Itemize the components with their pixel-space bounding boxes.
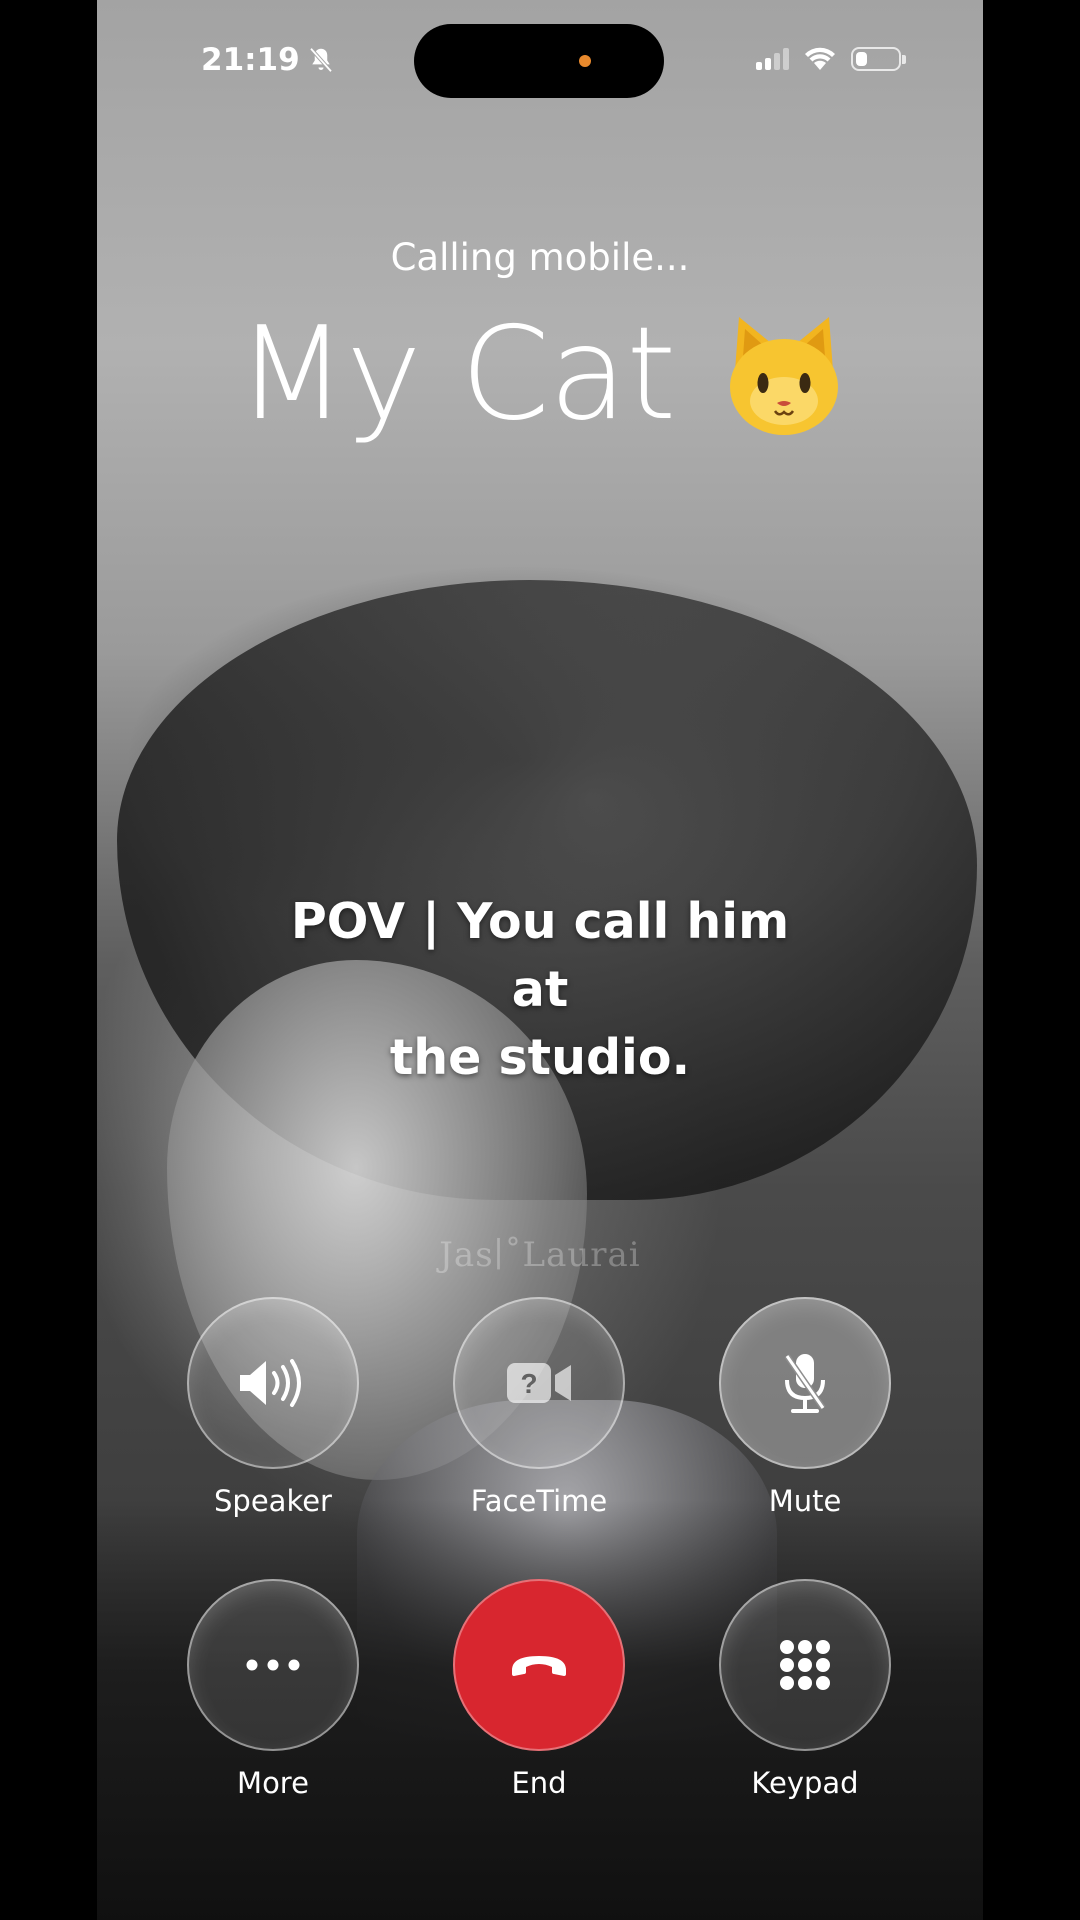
end-label: End [511,1766,567,1800]
facetime-icon: ? [505,1361,573,1405]
speaker-icon [236,1357,310,1409]
more-label: More [237,1766,309,1800]
dynamic-island [414,24,664,98]
battery-level [856,52,867,66]
caption-line-1: POV | You call him at [290,893,790,1018]
facetime-button[interactable]: ? [453,1297,625,1469]
end-call-button[interactable] [453,1579,625,1751]
more-dots-icon [245,1658,301,1672]
call-status-text: Calling mobile... [390,236,690,279]
speaker-button[interactable] [187,1297,359,1469]
caption-line-2: the studio. [389,1029,691,1086]
wifi-icon [803,46,837,72]
mute-label: Mute [768,1484,842,1518]
status-bar-right [756,46,906,72]
video-caption: POV | You call him at the studio. [257,888,823,1092]
watermark-text: Jas∣˚Laurai [439,1235,641,1275]
battery-icon [851,47,906,71]
bell-slash-icon [306,45,336,75]
svg-text:?: ? [520,1368,537,1399]
privacy-indicator-dot [579,55,591,67]
signal-icon [756,48,789,70]
cat-face-emoji-icon [725,311,843,439]
speaker-label: Speaker [214,1484,332,1518]
contact-name: My Cat [236,300,677,449]
status-bar-time-group: 21:19 [201,42,336,78]
mic-slash-icon [781,1352,829,1414]
status-time: 21:19 [201,42,300,78]
end-call-icon [508,1652,570,1678]
facetime-label: FaceTime [470,1484,608,1518]
contact-name-row: My Cat [97,300,983,449]
keypad-icon [778,1638,832,1692]
mute-button[interactable] [719,1297,891,1469]
more-button[interactable] [187,1579,359,1751]
keypad-label: Keypad [751,1766,859,1800]
call-screen: 21:19 Calling mobile... My Cat POV | You… [97,0,983,1920]
keypad-button[interactable] [719,1579,891,1751]
